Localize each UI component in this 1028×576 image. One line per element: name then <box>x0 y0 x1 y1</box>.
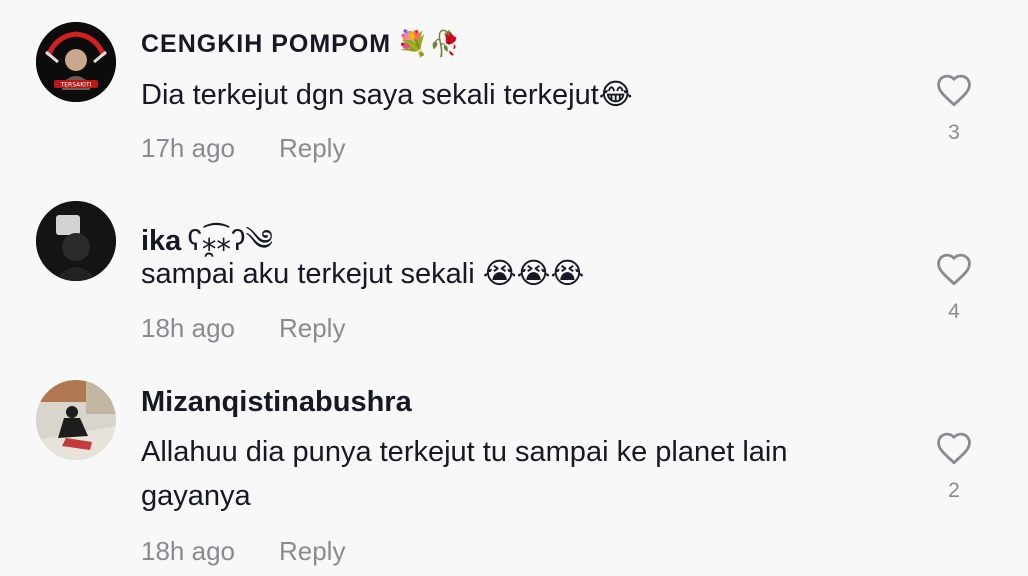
comment-item: ika ʕ⁎̯͡⁎ʔ༄ sampai aku terkejut sekali 😭😭… <box>0 180 1028 360</box>
username[interactable]: Mizanqistinabushra <box>141 386 418 419</box>
comment-meta: 17h ago Reply <box>141 133 345 164</box>
comment-item: TERSAKITI CENGKIH POMPOM 💐🥀 Dia terkejut … <box>0 0 1028 180</box>
avatar-text: TERSAKITI <box>60 82 92 89</box>
timestamp: 18h ago <box>141 536 235 566</box>
reply-button[interactable]: Reply <box>279 133 345 163</box>
comment-text: Allahuu dia punya terkejut tu sampai ke … <box>141 436 788 512</box>
comment-text: sampai aku terkejut sekali 😭😭😭 <box>141 258 585 290</box>
heart-icon[interactable] <box>935 252 973 286</box>
heart-icon[interactable] <box>935 431 973 465</box>
like-count: 4 <box>948 300 960 323</box>
like-control: 2 <box>934 431 974 503</box>
reply-button[interactable]: Reply <box>279 536 345 566</box>
comment-meta: 18h ago Reply <box>141 313 345 344</box>
comment-item: Mizanqistinabushra Allahuu dia punya ter… <box>0 360 1028 576</box>
comment-meta: 18h ago Reply <box>141 536 345 567</box>
avatar[interactable] <box>36 201 116 281</box>
username[interactable]: CENGKIH POMPOM 💐🥀 <box>141 30 461 59</box>
comment-text: Dia terkejut dgn saya sekali terkejut😂 <box>141 79 633 111</box>
heart-icon[interactable] <box>935 73 973 107</box>
timestamp: 17h ago <box>141 133 235 163</box>
avatar[interactable]: TERSAKITI <box>36 22 116 102</box>
like-count: 2 <box>948 479 960 502</box>
username-text: Mizanqistinabushra <box>141 386 412 418</box>
timestamp: 18h ago <box>141 313 235 343</box>
reply-button[interactable]: Reply <box>279 313 345 343</box>
avatar[interactable] <box>36 380 116 460</box>
like-control: 4 <box>934 252 974 324</box>
like-count: 3 <box>948 121 960 144</box>
like-control: 3 <box>934 73 974 145</box>
username-emoji: 💐🥀 <box>397 30 462 58</box>
username-text: CENGKIH POMPOM <box>141 30 392 58</box>
